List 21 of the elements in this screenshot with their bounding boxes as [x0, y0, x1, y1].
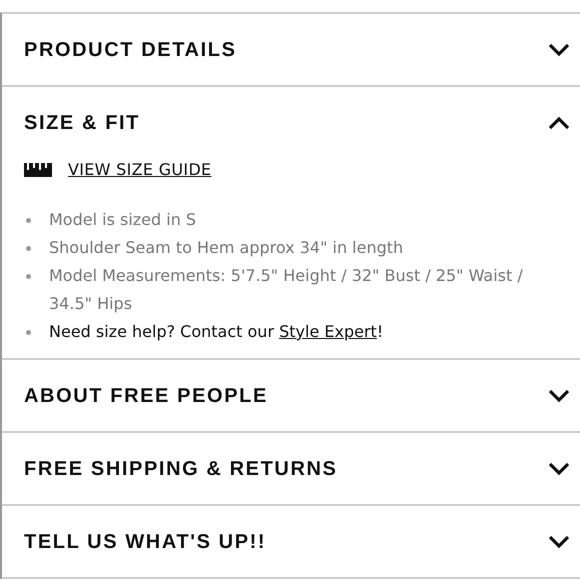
chevron-up-icon [548, 116, 570, 130]
section-header[interactable]: TELL US WHAT'S UP!! [2, 506, 580, 577]
size-guide-link[interactable]: VIEW SIZE GUIDE [68, 158, 212, 182]
bullet-icon [26, 274, 31, 278]
chevron-down-icon [548, 534, 570, 548]
ruler-icon [24, 163, 52, 177]
section-header[interactable]: FREE SHIPPING & RETURNS [2, 433, 580, 504]
chevron-down-icon [548, 42, 570, 56]
section-header[interactable]: ABOUT FREE PEOPLE [2, 360, 580, 431]
bullet-text: Model is sized in S [49, 209, 196, 231]
style-expert-link[interactable]: Style Expert [279, 322, 377, 341]
bullet-text: Shoulder Seam to Hem approx 34" in length [49, 237, 404, 259]
section-header[interactable]: SIZE & FIT [2, 87, 580, 158]
section-header[interactable]: PRODUCT DETAILS [2, 14, 580, 85]
bullet-icon [26, 246, 31, 250]
bullet-icon [26, 330, 31, 334]
bullet-text: Need size help? Contact our Style Expert! [49, 321, 384, 343]
chevron-down-icon [548, 388, 570, 402]
bullet-icon [26, 218, 31, 222]
bullet-text: Model Measurements: 5'7.5" Height / 32" Bust / 25" Waist / 34.5" Hips [49, 265, 524, 315]
chevron-down-icon [548, 462, 570, 476]
